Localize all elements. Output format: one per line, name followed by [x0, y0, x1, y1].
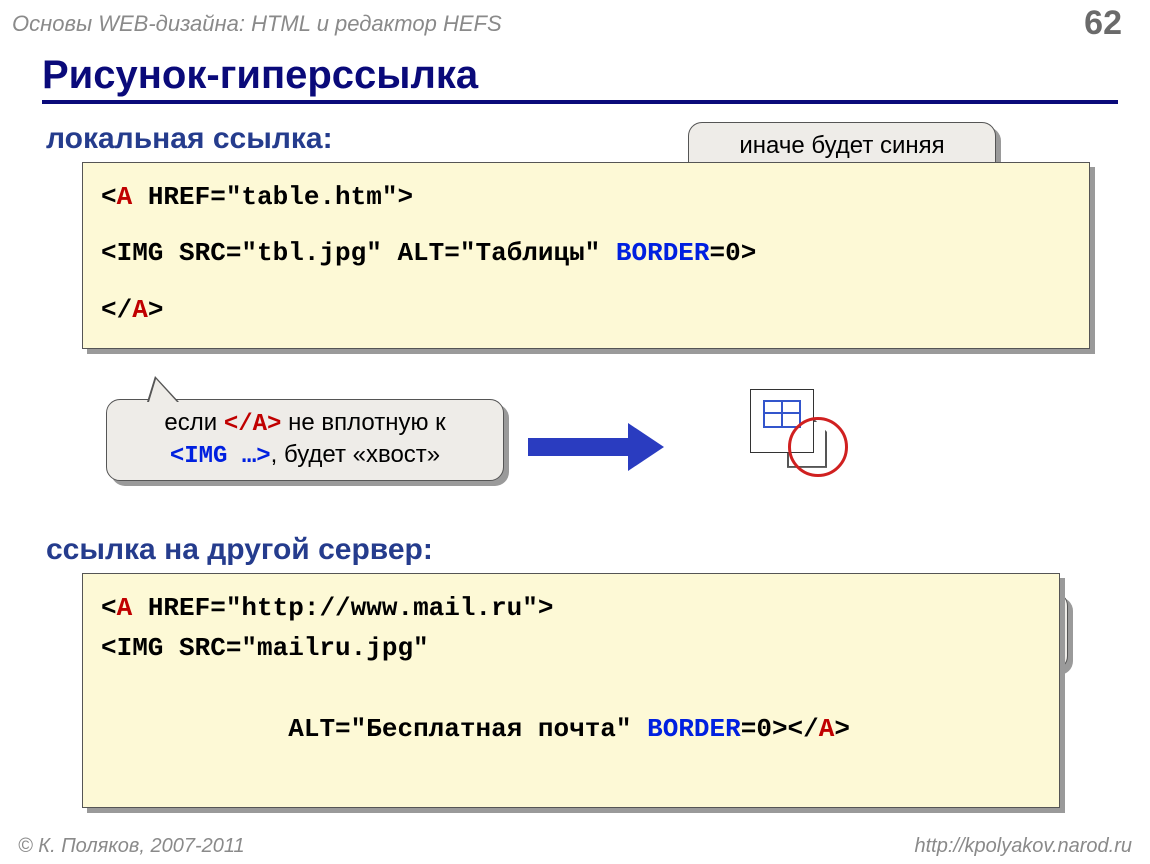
highlight-circle-icon	[788, 417, 848, 477]
code-line: <IMG SRC="tbl.jpg" ALT="Таблицы" BORDER=…	[101, 233, 1071, 273]
code-box-remote: <A HREF="http://www.mail.ru"> <IMG SRC="…	[82, 573, 1060, 808]
code-line: <A HREF="http://www.mail.ru">	[101, 588, 1041, 628]
callout-pointer-icon	[147, 376, 179, 402]
arrow-icon	[528, 423, 664, 471]
callout-tail: если </A> не вплотную к <IMG …>, будет «…	[106, 399, 504, 481]
image-link-preview	[750, 389, 814, 453]
callout-line: если </A> не вплотную к	[125, 408, 485, 440]
doc-title: Основы WEB-дизайна: HTML и редактор HEFS	[12, 11, 502, 37]
code-box-local: <A HREF="table.htm"> <IMG SRC="tbl.jpg" …	[82, 162, 1090, 349]
callout-line: иначе будет синяя	[707, 131, 977, 161]
footer-copyright: © К. Поляков, 2007-2011	[18, 835, 245, 858]
page-number: 62	[1084, 4, 1130, 43]
code-line: </A>	[101, 290, 1071, 330]
section-remote-link: ссылка на другой сервер:	[46, 533, 1150, 567]
code-line: ALT="Бесплатная почта" BORDER=0></A>	[101, 668, 1041, 789]
code-line: <IMG SRC="mailru.jpg"	[101, 628, 1041, 668]
footer-url: http://kpolyakov.narod.ru	[914, 835, 1132, 858]
slide-title: Рисунок-гиперссылка	[42, 53, 1118, 98]
callout-line: <IMG …>, будет «хвост»	[125, 440, 485, 472]
code-line: <A HREF="table.htm">	[101, 177, 1071, 217]
